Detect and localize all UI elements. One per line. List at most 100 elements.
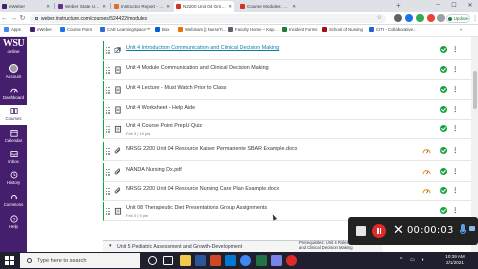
module-item-title[interactable]: Unit 4 Worksheet - Help Aide bbox=[126, 105, 195, 111]
mastery-paths-icon[interactable] bbox=[422, 168, 431, 175]
drag-handle-icon[interactable] bbox=[106, 47, 110, 54]
item-options-kebab-icon[interactable]: ⋮ bbox=[452, 105, 459, 113]
bookmark-item[interactable]: Course Point bbox=[60, 27, 92, 32]
module-item[interactable]: Unit 4 Lecture - Must Watch Prior to Cla… bbox=[103, 81, 471, 100]
item-options-kebab-icon[interactable]: ⋮ bbox=[452, 65, 459, 73]
bookmark-item[interactable]: Faculty Home – Kap... bbox=[228, 27, 278, 32]
nav-history[interactable]: History bbox=[0, 169, 27, 189]
mastery-paths-icon[interactable] bbox=[422, 147, 431, 154]
item-options-kebab-icon[interactable]: ⋮ bbox=[452, 124, 459, 132]
powerpoint-icon[interactable] bbox=[210, 255, 221, 266]
drag-handle-icon[interactable] bbox=[106, 126, 110, 133]
tab-close-icon[interactable]: ✕ bbox=[46, 4, 50, 10]
scrollbar-thumb[interactable] bbox=[472, 71, 477, 109]
mastery-paths-icon[interactable] bbox=[422, 187, 431, 194]
published-check-icon[interactable] bbox=[440, 125, 447, 132]
browser-tab[interactable]: Instructor Report - Chi Sq ✕ bbox=[112, 1, 172, 12]
module-item-title[interactable]: Unit 08 Therapeutic Diet Presentations G… bbox=[126, 205, 267, 211]
collapse-caret-icon[interactable]: ▾ bbox=[109, 243, 112, 249]
published-check-icon[interactable] bbox=[440, 86, 447, 93]
drag-handle-icon[interactable] bbox=[106, 188, 110, 195]
cortana-icon[interactable] bbox=[148, 256, 157, 265]
excel-icon[interactable] bbox=[256, 255, 267, 266]
drag-handle-icon[interactable] bbox=[106, 107, 110, 114]
update-button[interactable]: Update bbox=[446, 14, 470, 23]
module-item-title[interactable]: Unit 4 Course Point PrepU Quiz bbox=[126, 123, 202, 129]
stop-recording-button[interactable] bbox=[356, 226, 366, 236]
recorder-app-icon[interactable] bbox=[286, 255, 297, 266]
module-item[interactable]: Unit 4 Introduction Communication and Cl… bbox=[103, 41, 471, 60]
bookmark-apps[interactable]: Apps bbox=[4, 27, 21, 32]
bookmark-item[interactable]: Box bbox=[155, 27, 169, 32]
nav-courses[interactable]: Courses bbox=[0, 105, 27, 125]
maximize-icon[interactable]: ☐ bbox=[446, 0, 462, 10]
wsu-online-logo[interactable]: WSU online bbox=[1, 38, 26, 60]
browser-tab[interactable]: eWeber ✕ bbox=[0, 1, 52, 12]
teams-icon[interactable] bbox=[271, 255, 282, 266]
module-item-title[interactable]: Unit 4 Introduction Communication and Cl… bbox=[126, 45, 279, 51]
file-explorer-icon[interactable] bbox=[180, 255, 191, 266]
reload-icon[interactable]: ↻ bbox=[18, 14, 27, 22]
item-options-kebab-icon[interactable]: ⋮ bbox=[452, 186, 459, 194]
published-check-icon[interactable] bbox=[440, 207, 447, 214]
bookmark-item[interactable]: CITI - Collaborative... bbox=[369, 27, 417, 32]
bookmark-item[interactable]: eWeber bbox=[30, 27, 52, 32]
extension-icon[interactable] bbox=[405, 14, 413, 22]
more-bookmarks-icon[interactable]: » bbox=[460, 27, 462, 32]
module-item-title[interactable]: NRSG 2200 Unit 04 Resource Nursing Care … bbox=[126, 186, 279, 192]
browser-menu-icon[interactable]: ⋮ bbox=[472, 15, 478, 22]
published-check-icon[interactable] bbox=[440, 106, 447, 113]
drag-handle-icon[interactable] bbox=[106, 208, 110, 215]
drag-handle-icon[interactable] bbox=[106, 87, 110, 94]
bookmark-item[interactable]: CAE LearningSpace™ bbox=[100, 27, 150, 32]
module-item[interactable]: Unit 4 Module Communication and Clinical… bbox=[103, 61, 471, 80]
item-options-kebab-icon[interactable]: ⋮ bbox=[452, 85, 459, 93]
browser-tab-active[interactable]: N2200 Unit 04 Group NCLEX ✕ bbox=[174, 1, 234, 12]
back-icon[interactable]: ← bbox=[0, 15, 9, 22]
volume-icon[interactable]: ◖ bbox=[421, 257, 424, 263]
minimize-icon[interactable]: – bbox=[430, 0, 446, 10]
extension-icon[interactable] bbox=[427, 14, 435, 22]
outlook-icon[interactable] bbox=[225, 255, 236, 266]
tab-close-icon[interactable]: ✕ bbox=[166, 4, 170, 10]
published-check-icon[interactable] bbox=[440, 187, 447, 194]
published-check-icon[interactable] bbox=[440, 168, 447, 175]
module-item[interactable]: NANDA Nursing Dx.pdf ⋮ bbox=[103, 163, 471, 182]
task-view-icon[interactable] bbox=[163, 256, 173, 265]
module-item-title[interactable]: NRSG 2200 Unit 04 Resource Kaiser Perman… bbox=[126, 146, 297, 152]
extension-icon[interactable] bbox=[416, 14, 424, 22]
module-item[interactable]: Unit 4 Worksheet - Help Aide ⋮ bbox=[103, 101, 471, 120]
nav-account[interactable]: Account bbox=[0, 62, 27, 82]
module-item-title[interactable]: Unit 4 Module Communication and Clinical… bbox=[126, 65, 269, 71]
module-item[interactable]: Unit 4 Course Point PrepU Quiz Feb 3 | 10… bbox=[103, 120, 471, 139]
taskbar-search-input[interactable]: Type here to search bbox=[20, 253, 140, 268]
word-icon[interactable] bbox=[195, 255, 206, 266]
published-check-icon[interactable] bbox=[440, 66, 447, 73]
nav-help[interactable]: ? Help bbox=[0, 213, 27, 233]
webcam-icon[interactable] bbox=[469, 226, 475, 231]
bookmark-item[interactable]: Incident Forms bbox=[282, 27, 317, 32]
close-window-icon[interactable]: ✕ bbox=[462, 0, 478, 10]
module-item[interactable]: NRSG 2200 Unit 04 Resource Nursing Care … bbox=[103, 182, 471, 201]
pause-recording-button[interactable] bbox=[372, 224, 386, 238]
module-item[interactable]: NRSG 2200 Unit 04 Resource Kaiser Perman… bbox=[103, 142, 471, 161]
chrome-icon[interactable] bbox=[240, 255, 251, 266]
browser-tab[interactable]: Course Modules: NRSG 22... ✕ bbox=[238, 1, 298, 12]
windows-start-icon[interactable] bbox=[5, 256, 14, 265]
published-check-icon[interactable] bbox=[440, 46, 447, 53]
nav-commons[interactable]: Commons bbox=[0, 191, 27, 211]
forward-icon[interactable]: → bbox=[9, 15, 18, 22]
url-bar[interactable]: weber.instructure.com/courses/524422/mod… bbox=[30, 14, 386, 23]
tray-chevron-icon[interactable]: ^ bbox=[400, 257, 402, 263]
item-options-kebab-icon[interactable]: ⋮ bbox=[452, 206, 459, 214]
tab-close-icon[interactable]: ✕ bbox=[228, 4, 232, 10]
taskbar-clock[interactable]: 10:39 AM 2/1/2021 bbox=[438, 254, 472, 266]
bookmark-item[interactable]: Webinars || NurseTi... bbox=[178, 27, 226, 32]
published-check-icon[interactable] bbox=[440, 147, 447, 154]
extension-icon[interactable] bbox=[394, 14, 402, 22]
bookmark-star-icon[interactable]: ☆ bbox=[377, 14, 382, 21]
browser-tab[interactable]: Weber State University ✕ bbox=[56, 1, 108, 12]
profile-avatar-icon[interactable] bbox=[437, 14, 445, 22]
item-options-kebab-icon[interactable]: ⋮ bbox=[452, 45, 459, 53]
module-item-title[interactable]: Unit 4 Lecture - Must Watch Prior to Cla… bbox=[126, 85, 226, 91]
